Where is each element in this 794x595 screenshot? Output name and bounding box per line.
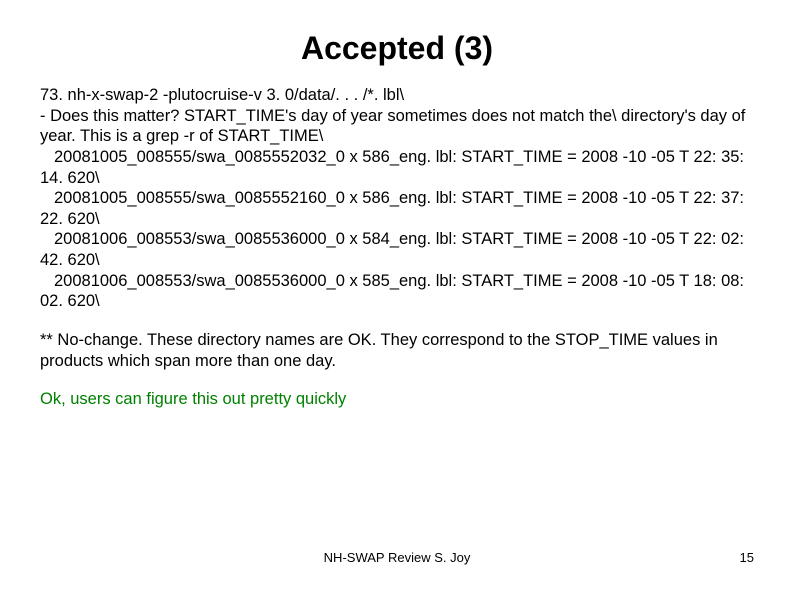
grep-entry-1: 20081005_008555/swa_0085552032_0 x 586_e… bbox=[40, 147, 754, 188]
reviewer-note: Ok, users can figure this out pretty qui… bbox=[40, 389, 754, 410]
grep-entry-2: 20081005_008555/swa_0085552160_0 x 586_e… bbox=[40, 188, 754, 229]
slide-title: Accepted (3) bbox=[40, 30, 754, 67]
page-number: 15 bbox=[740, 550, 754, 565]
body-line-question: - Does this matter? START_TIME's day of … bbox=[40, 106, 754, 147]
footer-text: NH-SWAP Review S. Joy bbox=[0, 550, 794, 565]
slide-body: 73. nh-x-swap-2 -plutocruise-v 3. 0/data… bbox=[40, 85, 754, 410]
response-text: ** No-change. These directory names are … bbox=[40, 330, 754, 371]
slide-container: Accepted (3) 73. nh-x-swap-2 -plutocruis… bbox=[0, 0, 794, 595]
grep-entry-3: 20081006_008553/swa_0085536000_0 x 584_e… bbox=[40, 229, 754, 270]
body-line-path: 73. nh-x-swap-2 -plutocruise-v 3. 0/data… bbox=[40, 85, 754, 106]
grep-entry-4: 20081006_008553/swa_0085536000_0 x 585_e… bbox=[40, 271, 754, 312]
